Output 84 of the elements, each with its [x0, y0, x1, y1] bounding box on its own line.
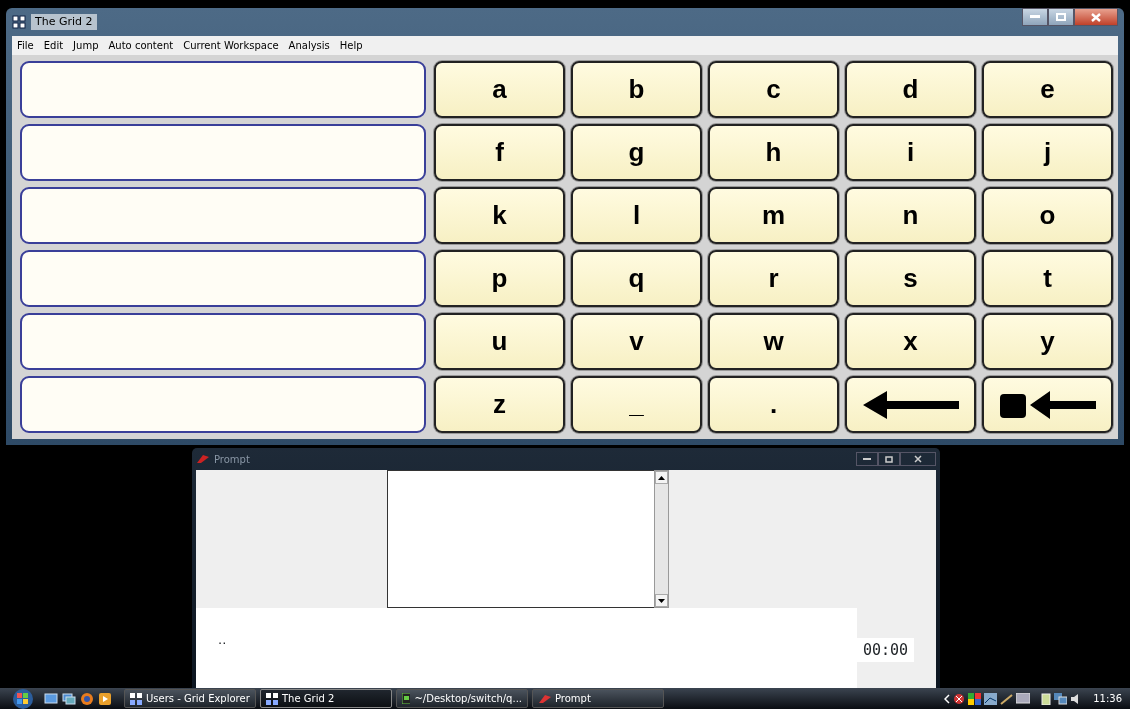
- menu-item[interactable]: Current Workspace: [178, 38, 284, 53]
- maximize-icon: [1056, 13, 1066, 21]
- minimize-button[interactable]: [1022, 8, 1048, 26]
- key-button[interactable]: l: [571, 187, 702, 244]
- key-button[interactable]: x: [845, 313, 976, 370]
- menu-item[interactable]: Edit: [38, 38, 69, 53]
- menu-item[interactable]: Help: [334, 38, 368, 53]
- key-button[interactable]: m: [708, 187, 839, 244]
- minimize-icon: [1030, 15, 1040, 19]
- key-button[interactable]: w: [708, 313, 839, 370]
- key-button[interactable]: i: [845, 124, 976, 181]
- key-button[interactable]: d: [845, 61, 976, 118]
- menu-item[interactable]: File: [12, 38, 39, 53]
- maximize-button[interactable]: [1048, 8, 1074, 26]
- key-button[interactable]: z: [434, 376, 565, 433]
- message-cell[interactable]: [20, 313, 426, 370]
- key-button[interactable]: j: [982, 124, 1113, 181]
- key-button[interactable]: f: [434, 124, 565, 181]
- key-button[interactable]: u: [434, 313, 565, 370]
- backspace-key[interactable]: [845, 376, 976, 433]
- color-blocks-icon[interactable]: [968, 692, 982, 705]
- monitor-icon[interactable]: [1016, 692, 1031, 705]
- maximize-icon: [885, 455, 893, 463]
- desktop-icon[interactable]: [44, 692, 58, 705]
- key-button[interactable]: g: [571, 124, 702, 181]
- key-button[interactable]: p: [434, 250, 565, 307]
- clock: 11:36: [1093, 692, 1122, 706]
- grid-app-icon: [130, 692, 142, 705]
- square-arrow-icon: [999, 389, 1096, 420]
- clear-key[interactable]: [982, 376, 1113, 433]
- feather-icon: [538, 693, 551, 704]
- key-button[interactable]: q: [571, 250, 702, 307]
- message-cell[interactable]: [20, 61, 426, 118]
- taskbar-button[interactable]: Users - Grid Explorer: [124, 689, 256, 708]
- taskbar-button[interactable]: Prompt: [532, 689, 664, 708]
- media-icon[interactable]: [98, 691, 112, 706]
- key-button[interactable]: c: [708, 61, 839, 118]
- scrollbar[interactable]: [654, 470, 669, 608]
- feather-icon: [196, 454, 210, 464]
- taskbar-button[interactable]: The Grid 2: [260, 689, 392, 708]
- key-button[interactable]: b: [571, 61, 702, 118]
- key-button[interactable]: o: [982, 187, 1113, 244]
- key-button[interactable]: .: [708, 376, 839, 433]
- window-title: Prompt: [214, 452, 250, 467]
- menu-item[interactable]: Auto content: [103, 38, 179, 53]
- close-button[interactable]: [1074, 8, 1118, 26]
- menu-item[interactable]: Jump: [68, 38, 104, 53]
- chart-icon[interactable]: [984, 692, 998, 705]
- window-title: The Grid 2: [31, 13, 97, 31]
- key-button[interactable]: v: [571, 313, 702, 370]
- grid-app-icon: [266, 692, 278, 705]
- message-cell[interactable]: [20, 187, 426, 244]
- close-button[interactable]: [900, 452, 936, 466]
- timer: 00:00: [857, 638, 915, 662]
- close-icon: [1091, 12, 1101, 22]
- key-button[interactable]: t: [982, 250, 1113, 307]
- key-button[interactable]: s: [845, 250, 976, 307]
- grid-app-icon: [12, 15, 26, 29]
- key-button[interactable]: h: [708, 124, 839, 181]
- key-button[interactable]: r: [708, 250, 839, 307]
- menu-item[interactable]: Analysis: [283, 38, 335, 53]
- windows-icon[interactable]: [62, 692, 76, 705]
- key-button[interactable]: k: [434, 187, 565, 244]
- terminal-icon: [402, 693, 411, 704]
- chevron-icon[interactable]: [944, 693, 951, 704]
- minimize-icon: [863, 457, 871, 461]
- computers-icon[interactable]: [1054, 692, 1068, 705]
- message-cell[interactable]: [20, 376, 426, 433]
- key-button[interactable]: y: [982, 313, 1113, 370]
- message-cell[interactable]: [20, 250, 426, 307]
- output-text: ..: [218, 632, 227, 647]
- taskbar-button[interactable]: ~/Desktop/switch/q...: [396, 689, 528, 708]
- left-arrow-icon: [862, 389, 959, 420]
- message-cell[interactable]: [20, 124, 426, 181]
- close-icon: [914, 455, 922, 463]
- scroll-up-icon[interactable]: [655, 471, 668, 484]
- maximize-button[interactable]: [878, 452, 900, 466]
- key-button[interactable]: e: [982, 61, 1113, 118]
- key-button[interactable]: a: [434, 61, 565, 118]
- key-button[interactable]: n: [845, 187, 976, 244]
- minimize-button[interactable]: [856, 452, 878, 466]
- key-button[interactable]: _: [571, 376, 702, 433]
- scroll-down-icon[interactable]: [655, 594, 668, 607]
- browser-icon[interactable]: [80, 691, 94, 706]
